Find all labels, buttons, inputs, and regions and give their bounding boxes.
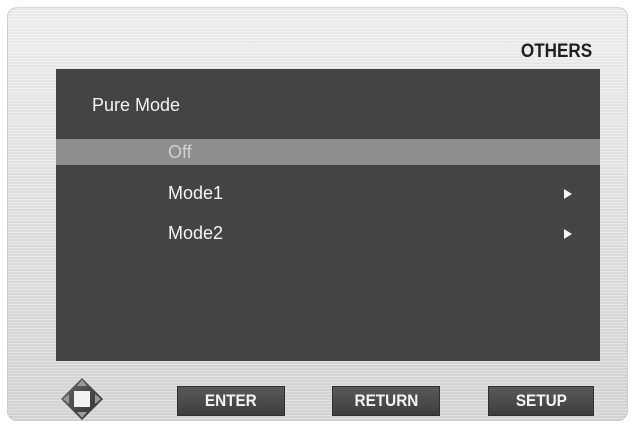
directional-pad-icon	[61, 378, 103, 420]
menu-panel: Pure Mode Off Mode1 Mode2	[56, 69, 600, 361]
menu-item-mode2[interactable]: Mode2	[56, 220, 600, 246]
return-button-label: RETURN	[354, 391, 418, 410]
osd-screen: OTHERS Pure Mode Off Mode1 Mode2 ENTER R…	[7, 7, 628, 421]
menu-item-mode1[interactable]: Mode1	[56, 180, 600, 206]
menu-item-label: Mode2	[168, 223, 224, 243]
return-button[interactable]: RETURN	[332, 386, 440, 416]
submenu-arrow-icon	[564, 189, 572, 199]
menu-item-label: Mode1	[168, 183, 224, 203]
menu-item-label: Off	[168, 142, 192, 162]
menu-item-off[interactable]: Off	[56, 139, 600, 165]
enter-button-label: ENTER	[205, 391, 257, 410]
menu-heading: Pure Mode	[92, 95, 181, 115]
setup-button[interactable]: SETUP	[488, 386, 594, 416]
enter-button[interactable]: ENTER	[177, 386, 285, 416]
section-title: OTHERS	[520, 41, 592, 62]
setup-button-label: SETUP	[515, 391, 567, 410]
submenu-arrow-icon	[564, 229, 572, 239]
